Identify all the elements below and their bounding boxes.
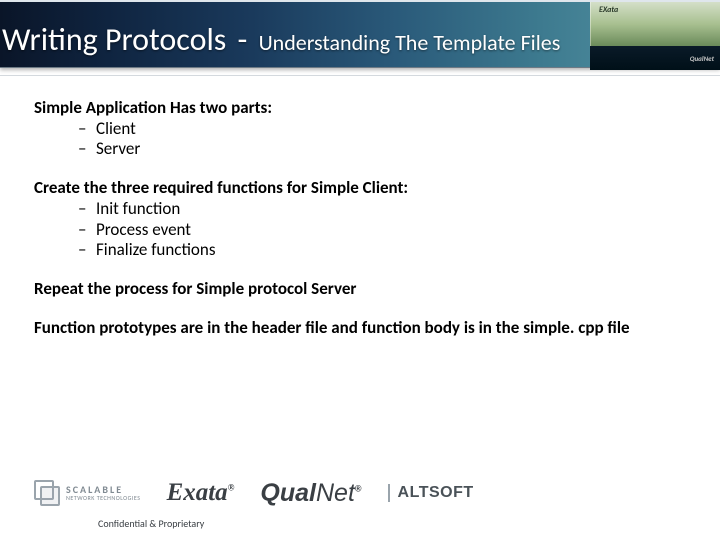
- section-4-text: Function prototypes are in the header fi…: [34, 318, 666, 339]
- section-2: Create the three required functions for …: [34, 178, 686, 261]
- logo-scalable: SCALABLE NETWORK TECHNOLOGIES: [34, 480, 141, 506]
- list-item: –Client: [78, 119, 686, 140]
- slide-title: Writing Protocols - Understanding The Te…: [2, 20, 560, 59]
- section-3-text: Repeat the process for Simple protocol S…: [34, 279, 686, 300]
- header-band: EXata QualNet Writing Protocols - Unders…: [0, 0, 720, 68]
- section-2-lead: Create the three required functions for …: [34, 178, 686, 199]
- slide-content: Simple Application Has two parts: –Clien…: [0, 76, 720, 339]
- section-3: Repeat the process for Simple protocol S…: [34, 279, 686, 300]
- section-4: Function prototypes are in the header fi…: [34, 318, 686, 339]
- list-item: –Init function: [78, 199, 686, 220]
- corner-exata-label: EXata: [599, 5, 618, 15]
- registered-icon: ®: [355, 483, 362, 493]
- list-item: –Process event: [78, 220, 686, 241]
- section-1-lead: Simple Application Has two parts:: [34, 98, 686, 119]
- title-separator: -: [238, 20, 248, 59]
- scalable-mark-icon: [34, 480, 60, 506]
- logo-row: SCALABLE NETWORK TECHNOLOGIES Exata® Qua…: [34, 474, 700, 512]
- footer-confidential: Confidential & Proprietary: [98, 517, 204, 530]
- scalable-line2: NETWORK TECHNOLOGIES: [66, 495, 141, 501]
- section-1: Simple Application Has two parts: –Clien…: [34, 98, 686, 160]
- list-item: –Finalize functions: [78, 240, 686, 261]
- header-corner-image: EXata: [590, 2, 720, 46]
- header-corner-brand: QualNet: [590, 46, 720, 70]
- title-sub: Understanding The Template Files: [259, 29, 561, 56]
- registered-icon: ®: [228, 483, 235, 493]
- logo-altsoft: ALTSOFT: [388, 484, 474, 502]
- corner-qualnet-label: QualNet: [690, 54, 714, 63]
- logo-exata: Exata®: [167, 479, 235, 507]
- logo-qualnet: QualNet®: [260, 479, 361, 508]
- list-item: –Server: [78, 139, 686, 160]
- title-main: Writing Protocols: [2, 20, 226, 59]
